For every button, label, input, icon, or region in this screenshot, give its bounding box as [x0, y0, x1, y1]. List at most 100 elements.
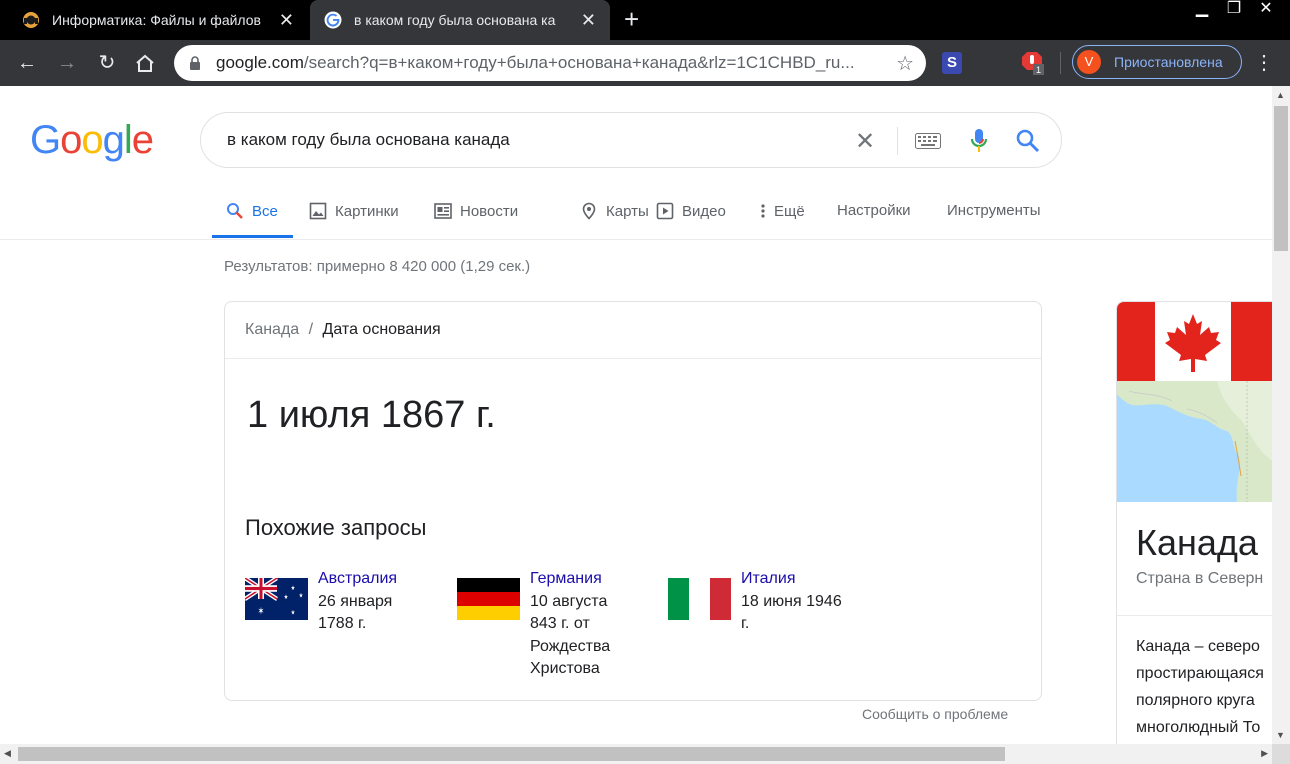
answer-card: Канада / Дата основания 1 июля 1867 г. П… — [224, 301, 1042, 701]
close-tab-icon[interactable]: ✕ — [581, 10, 596, 31]
tab-news[interactable]: Новости — [434, 202, 518, 220]
extension-s-icon[interactable]: S — [942, 52, 962, 74]
tab-videos[interactable]: Видео — [656, 202, 726, 220]
breadcrumb-current: Дата основания — [322, 321, 441, 338]
tab-strip: Информатика: Файлы и файлов ✕ в каком го… — [0, 0, 1290, 40]
header-divider — [0, 239, 1272, 240]
search-icon[interactable] — [1015, 128, 1041, 154]
related-date-line: 843 г. от — [530, 615, 590, 632]
restore-icon[interactable]: ❐ — [1218, 0, 1250, 18]
breadcrumb-parent[interactable]: Канада — [245, 321, 299, 338]
canada-flag-image[interactable] — [1117, 302, 1272, 381]
scrollbar-thumb[interactable] — [18, 747, 1005, 761]
search-box[interactable]: в каком году была основана канада ✕ — [200, 112, 1062, 168]
back-arrow-icon[interactable]: ← — [14, 50, 40, 76]
related-text: Германия 10 августа 843 г. от Рождества … — [530, 568, 650, 681]
avatar: V — [1077, 50, 1101, 74]
reload-icon[interactable]: ↻ — [94, 50, 120, 76]
minimize-icon[interactable]: ▁ — [1186, 0, 1218, 18]
related-text: Австралия 26 января 1788 г. — [318, 568, 438, 636]
tab-label: Настройки — [837, 202, 911, 219]
related-title: Похожие запросы — [245, 515, 427, 540]
panel-divider — [1117, 615, 1272, 616]
google-favicon-icon — [324, 11, 342, 29]
tab-tools[interactable]: Инструменты — [947, 202, 1041, 219]
scroll-up-icon[interactable]: ▲ — [1276, 90, 1285, 100]
svg-text:★: ★ — [291, 584, 295, 592]
tab-label: Инструменты — [947, 202, 1041, 219]
scrollbar-thumb[interactable] — [1274, 106, 1288, 251]
close-tab-icon[interactable]: ✕ — [279, 10, 294, 31]
tab-label: Картинки — [335, 202, 399, 220]
related-name[interactable]: Германия — [530, 568, 650, 591]
tab-informatika[interactable]: Информатика: Файлы и файлов ✕ — [8, 0, 308, 40]
related-date-line: 10 августа — [530, 592, 608, 610]
related-item-italy[interactable]: Италия 18 июня 1946 г. — [668, 568, 861, 636]
related-date-line: г. — [741, 615, 750, 632]
address-bar[interactable]: google.com/search?q=в+каком+году+была+ос… — [174, 45, 926, 81]
scroll-left-icon[interactable]: ◀ — [4, 748, 11, 759]
knowledge-panel: Канада Страна в Северн Канада – северо п… — [1116, 301, 1272, 744]
microphone-icon[interactable] — [969, 127, 989, 155]
description-line: простирающаяся — [1136, 665, 1264, 682]
profile-button[interactable]: V Приостановлена — [1072, 45, 1242, 79]
related-date-line: Рождества — [530, 637, 611, 655]
adblock-extension-icon[interactable]: 1 — [1022, 50, 1044, 76]
forward-arrow-icon[interactable]: → — [54, 50, 80, 76]
tab-label: Видео — [682, 202, 726, 220]
related-name[interactable]: Австралия — [318, 568, 438, 591]
svg-text:✶: ✶ — [258, 606, 265, 617]
related-date-line: Христова — [530, 660, 600, 677]
panel-subtitle: Страна в Северн — [1136, 570, 1264, 587]
google-logo[interactable]: Google — [30, 118, 154, 163]
tab-maps[interactable]: Карты — [580, 202, 649, 220]
lock-icon — [190, 56, 200, 70]
window-controls: ▁ ❐ ✕ — [1186, 0, 1282, 18]
keyboard-icon[interactable] — [915, 133, 941, 149]
scroll-right-icon[interactable]: ▶ — [1261, 748, 1268, 759]
search-input[interactable]: в каком году была основана канада — [227, 130, 510, 150]
scroll-down-icon[interactable]: ▼ — [1276, 730, 1285, 740]
url-text: google.com/search?q=в+каком+году+была+ос… — [216, 53, 855, 72]
tab-settings[interactable]: Настройки — [837, 202, 911, 219]
tab-label: Ещё — [774, 202, 805, 220]
breadcrumb: Канада / Дата основания — [245, 321, 441, 339]
horizontal-scrollbar[interactable]: ◀ ▶ — [0, 744, 1272, 764]
related-text: Италия 18 июня 1946 г. — [741, 568, 861, 636]
vertical-scrollbar[interactable]: ▲ ▼ — [1272, 86, 1290, 744]
map-pin-icon — [582, 202, 596, 220]
related-item-germany[interactable]: Германия 10 августа 843 г. от Рождества … — [457, 568, 650, 681]
scrollbar-corner — [1272, 744, 1290, 764]
new-tab-button[interactable]: + — [624, 6, 639, 32]
tab-images[interactable]: Картинки — [309, 202, 399, 220]
germany-flag-icon — [457, 578, 520, 620]
tab-more[interactable]: Ещё — [759, 202, 805, 220]
toolbar-divider — [1060, 52, 1061, 74]
report-problem-link[interactable]: Сообщить о проблеме — [862, 706, 1008, 722]
svg-text:★: ★ — [291, 609, 295, 617]
tab-all[interactable]: Все — [226, 202, 278, 220]
extension-badge: 1 — [1036, 65, 1041, 75]
profile-status: Приостановлена — [1114, 54, 1223, 70]
svg-text:★: ★ — [299, 592, 303, 600]
tab-label: Все — [252, 202, 278, 220]
tab-google-search[interactable]: в каком году была основана ка ✕ — [310, 0, 610, 40]
play-icon — [656, 202, 674, 220]
tab-label: Новости — [460, 202, 519, 220]
related-name[interactable]: Италия — [741, 568, 861, 591]
close-window-icon[interactable]: ✕ — [1250, 0, 1282, 18]
description-line: полярного круга — [1136, 692, 1255, 709]
browser-toolbar: ← → ↻ google.com/search?q=в+каком+году+б… — [0, 40, 1290, 86]
bookmark-star-icon[interactable]: ☆ — [896, 51, 914, 76]
clear-icon[interactable]: ✕ — [855, 127, 875, 156]
related-item-australia[interactable]: ✶ ★ ★ ★ ★ Австралия 26 января 1788 г. — [245, 568, 438, 636]
more-vert-icon — [761, 204, 765, 218]
kebab-menu-icon[interactable]: ⋮ — [1254, 50, 1274, 75]
panel-description: Канада – северо простирающаяся полярного… — [1136, 633, 1264, 741]
tab-label: Карты — [606, 202, 649, 220]
active-tab-indicator — [212, 235, 293, 238]
home-icon[interactable] — [134, 53, 156, 73]
description-line: Канада – северо — [1136, 638, 1260, 655]
canada-map-image[interactable] — [1117, 381, 1272, 502]
tab-title: Информатика: Файлы и файлов — [52, 12, 261, 28]
